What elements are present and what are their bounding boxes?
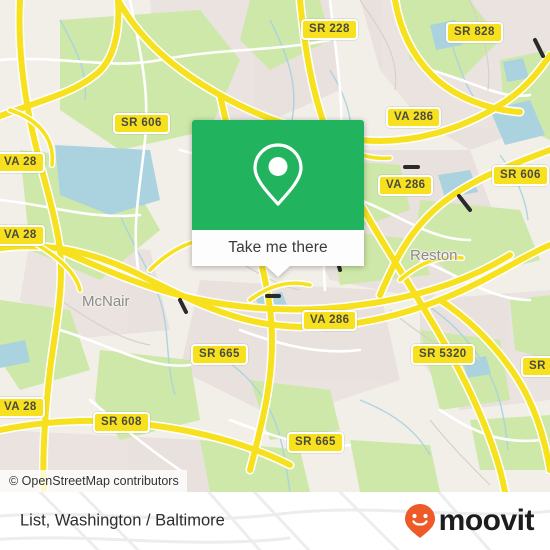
- moovit-wordmark: moovit: [438, 504, 535, 537]
- moovit-logo[interactable]: moovit: [403, 503, 535, 539]
- destination-popup[interactable]: Take me there: [192, 120, 364, 277]
- road-shield-va-28-lower[interactable]: VA 28: [0, 397, 45, 418]
- take-me-there-label: Take me there: [228, 239, 328, 256]
- road-shield-sr-606-north[interactable]: SR 606: [113, 113, 170, 134]
- place-label-reston: Reston: [410, 247, 458, 264]
- road-shield-sr-608[interactable]: SR 608: [93, 412, 150, 433]
- road-shield-va-286-south[interactable]: VA 286: [302, 310, 358, 331]
- moovit-pin-smile-icon: [404, 504, 435, 538]
- road-shield-sr-665-upper[interactable]: SR 665: [191, 344, 248, 365]
- popup-tail-pointer: [266, 266, 290, 277]
- moovit-map-screen: Reston McNair SR 228 SR 828 SR 606 VA 28…: [0, 0, 550, 550]
- road-shield-va-28-upper[interactable]: VA 28: [0, 152, 45, 173]
- place-label-mcnair: McNair: [82, 293, 130, 310]
- road-shield-va-286-north[interactable]: VA 286: [386, 107, 442, 128]
- road-shield-sr-606-east[interactable]: SR 606: [492, 165, 549, 186]
- road-shield-sr-665-lower[interactable]: SR 665: [287, 432, 344, 453]
- road-shield-sr-53-edge[interactable]: SR 53: [521, 356, 550, 377]
- road-shield-sr-228[interactable]: SR 228: [301, 19, 358, 40]
- map-pin-icon: [253, 143, 303, 206]
- road-shield-va-286-mid[interactable]: VA 286: [378, 175, 434, 196]
- take-me-there-button[interactable]: Take me there: [192, 230, 364, 277]
- road-shield-sr-5320[interactable]: SR 5320: [411, 344, 475, 365]
- page-title: List, Washington / Baltimore: [20, 511, 225, 530]
- popup-icon-panel: [192, 120, 364, 230]
- road-shield-va-28-mid[interactable]: VA 28: [0, 225, 45, 246]
- footer-bar: List, Washington / Baltimore moovit: [0, 492, 550, 550]
- osm-attribution[interactable]: © OpenStreetMap contributors: [0, 470, 187, 492]
- map-canvas[interactable]: Reston McNair SR 228 SR 828 SR 606 VA 28…: [0, 0, 550, 492]
- road-shield-sr-828[interactable]: SR 828: [446, 22, 503, 43]
